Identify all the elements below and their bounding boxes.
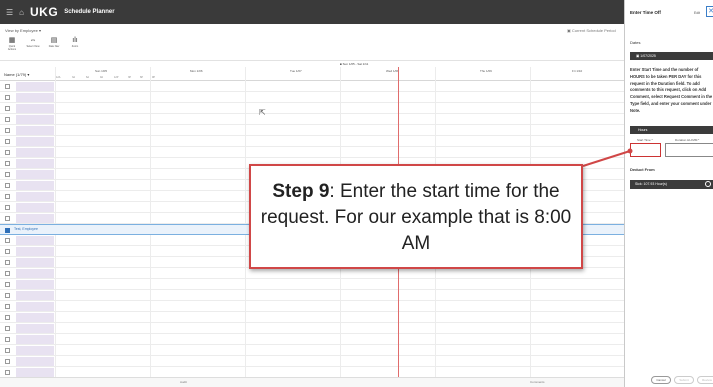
callout-text: Step 9: Enter the start time for the req… [251,179,581,257]
pointer-dot [627,148,633,154]
step-callout: Step 9: Enter the start time for the req… [249,164,583,269]
pointer-line [582,150,631,167]
step-label: Step 9 [272,181,330,202]
